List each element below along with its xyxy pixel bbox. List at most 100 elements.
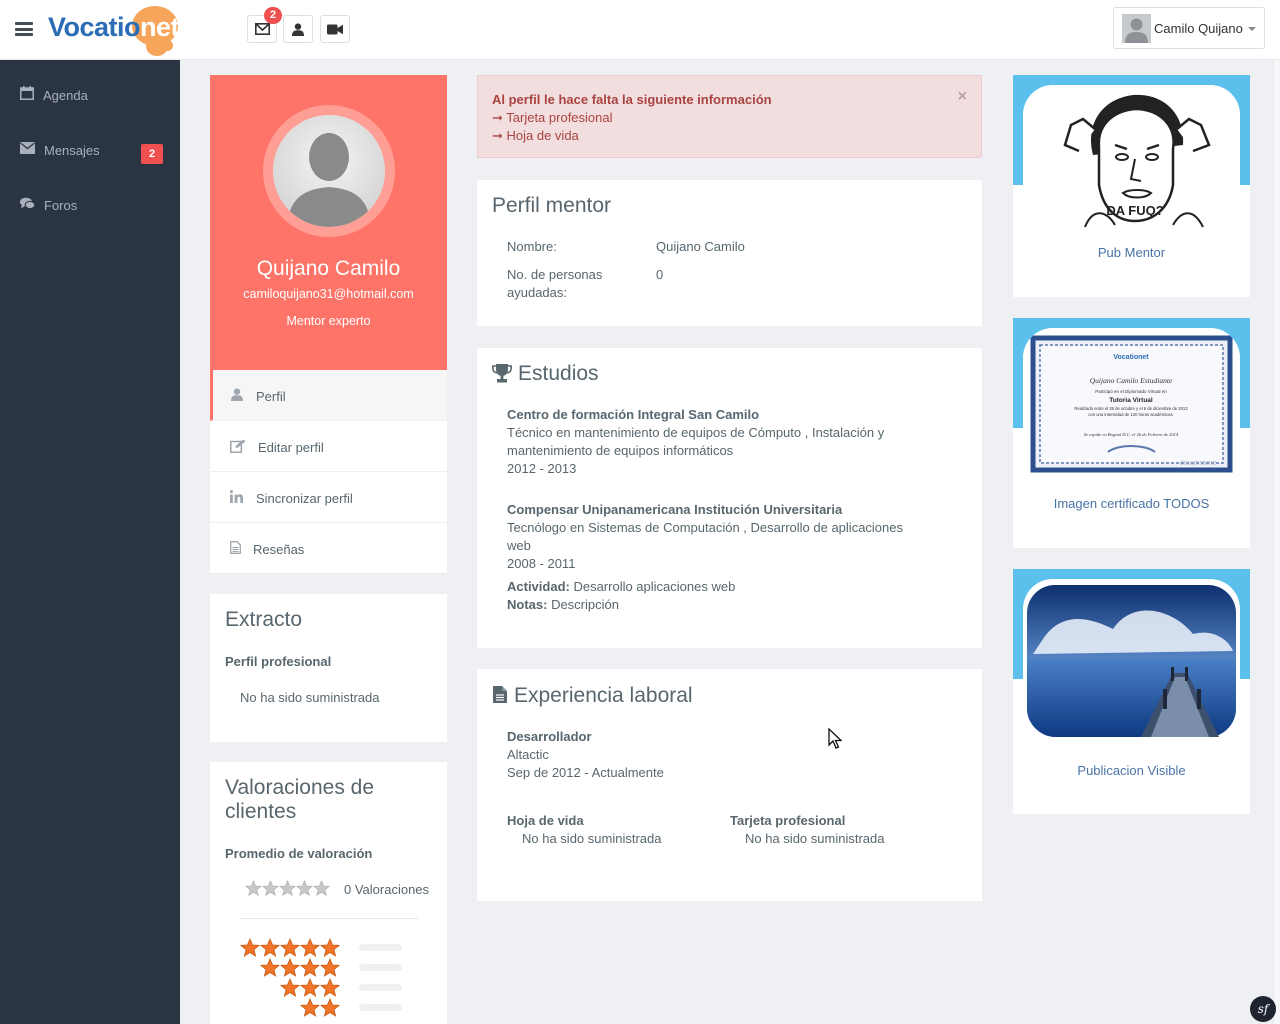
svg-text:Vocationet: Vocationet	[1113, 354, 1149, 361]
document-icon	[230, 541, 241, 554]
profile-menu-resenas[interactable]: Reseñas	[210, 523, 447, 574]
job-position: Desarrollador	[507, 729, 592, 744]
nombre-value: Quijano Camilo	[656, 239, 745, 254]
sidebar: Agenda Mensajes 2 Foros	[0, 60, 180, 1024]
meme-image: DA FUQ?	[1023, 85, 1240, 230]
perfil-mentor-panel: Perfil mentor Nombre: Quijano Camilo No.…	[477, 180, 982, 326]
rating-row-bar	[359, 944, 402, 951]
extracto-subtitle: Perfil profesional	[225, 654, 332, 669]
study-years: 2008 - 2011	[507, 556, 576, 571]
profile-menu-label: Reseñas	[253, 542, 305, 557]
scrollbar[interactable]	[1273, 60, 1280, 1024]
alert-title: Al perfil le hace falta la siguiente inf…	[492, 92, 772, 107]
ocean-pier-image	[1023, 579, 1240, 739]
star-icon	[296, 880, 313, 897]
ad-caption[interactable]: Imagen certificado TODOS	[1013, 496, 1250, 511]
sidebar-item-label: Agenda	[43, 88, 88, 103]
sidebar-item-agenda[interactable]: Agenda	[0, 68, 180, 123]
extracto-value: No ha sido suministrada	[240, 690, 380, 705]
ocean-pier-photo	[1027, 585, 1236, 737]
alert-item-hoja-de-vida[interactable]: ➞ Hoja de vida	[492, 128, 579, 144]
svg-text:Se expide en Bogotá D.C. el 26: Se expide en Bogotá D.C. el 26 de Febrer…	[1084, 432, 1179, 437]
profile-menu-label: Editar perfil	[258, 440, 324, 455]
profile-name: Quijano Camilo	[256, 257, 401, 280]
star-icon	[320, 998, 340, 1017]
perfil-mentor-title: Perfil mentor	[492, 194, 612, 217]
ad-card-pub-mentor[interactable]: DA FUQ? Pub Mentor	[1013, 75, 1250, 297]
star-icon	[280, 938, 300, 957]
job-company: Altactic	[507, 747, 549, 762]
star-icon	[260, 938, 280, 957]
sidebar-item-foros[interactable]: Foros	[0, 178, 180, 233]
envelope-icon	[20, 142, 35, 154]
valoraciones-count: 0 Valoraciones	[344, 882, 430, 897]
user-icon	[231, 388, 243, 401]
star-icon	[320, 978, 340, 997]
svg-text:con una intensidad de 120 hora: con una intensidad de 120 horas académic…	[1088, 412, 1173, 417]
rating-row-bar	[359, 964, 402, 971]
rating-row-bar	[359, 984, 402, 991]
file-text-icon	[493, 686, 507, 703]
experiencia-title: Experiencia laboral	[514, 684, 693, 707]
star-icon	[300, 978, 320, 997]
job-period: Sep de 2012 - Actualmente	[507, 765, 664, 780]
ad-caption[interactable]: Pub Mentor	[1013, 245, 1250, 260]
calendar-icon	[20, 86, 34, 100]
hamburger-menu-icon[interactable]	[15, 22, 33, 36]
study-program-cont: web	[507, 538, 531, 553]
profile-menu-sincronizar-perfil[interactable]: Sincronizar perfil	[210, 472, 447, 523]
study-institution: Compensar Unipanamericana Institución Un…	[507, 502, 843, 517]
extracto-title: Extracto	[225, 608, 303, 631]
profile-email: camiloquijano31@hotmail.com	[243, 287, 414, 301]
profile-menu-perfil[interactable]: Perfil	[210, 370, 447, 421]
personas-ayudadas-label-line2: ayudadas:	[507, 285, 567, 300]
star-icon	[320, 938, 340, 957]
star-icon	[280, 958, 300, 977]
star-icon	[262, 880, 279, 897]
profile-avatar	[263, 105, 395, 237]
hoja-de-vida-label: Hoja de vida	[507, 813, 584, 828]
envelope-icon	[254, 23, 270, 35]
estudios-panel: Estudios Centro de formación Integral Sa…	[477, 348, 982, 648]
vocationet-logo[interactable]: Vocationet	[48, 6, 183, 56]
video-call-button[interactable]	[320, 15, 350, 43]
study-program-cont: mantenimiento de equipos informáticos	[507, 443, 734, 458]
missing-info-alert: Al perfil le hace falta la siguiente inf…	[477, 75, 982, 158]
user-silhouette-icon	[1122, 14, 1151, 43]
rating-row-stars	[260, 958, 340, 978]
ad-caption[interactable]: Publicacion Visible	[1013, 763, 1250, 778]
ad-card-publicacion-visible[interactable]: Publicacion Visible	[1013, 569, 1250, 814]
star-icon	[280, 978, 300, 997]
mouse-cursor-icon	[828, 728, 842, 749]
personas-ayudadas-value: 0	[656, 267, 664, 282]
alert-item-tarjeta-profesional[interactable]: ➞ Tarjeta profesional	[492, 110, 613, 126]
edit-icon	[230, 439, 246, 453]
mensajes-count-badge: 2	[141, 144, 163, 164]
star-icon	[260, 958, 280, 977]
extracto-panel: Extracto Perfil profesional No ha sido s…	[210, 594, 447, 742]
close-icon[interactable]: ×	[958, 88, 967, 106]
linkedin-icon	[230, 490, 243, 503]
star-icon	[245, 880, 262, 897]
ad-card-certificado[interactable]: Vocationet Quijano Camilo Estudiante Par…	[1013, 318, 1250, 548]
nombre-label: Nombre:	[507, 239, 557, 254]
user-icon	[292, 22, 304, 36]
star-icon	[313, 880, 330, 897]
certificate-drawing: Vocationet Quijano Camilo Estudiante Par…	[1023, 328, 1240, 480]
average-rating-stars	[245, 880, 330, 897]
user-menu-dropdown[interactable]: Camilo Quijano	[1113, 7, 1265, 49]
comments-icon	[20, 197, 35, 210]
divider	[240, 918, 418, 919]
rating-row-bar	[359, 1004, 402, 1011]
profile-menu-editar-perfil[interactable]: Editar perfil	[210, 421, 447, 472]
rating-row-stars	[300, 998, 340, 1018]
user-name: Camilo Quijano	[1154, 21, 1243, 36]
symfony-toolbar-icon[interactable]: sf	[1250, 996, 1276, 1022]
star-icon	[300, 998, 320, 1017]
top-navbar: Vocationet 2 Camilo Quijano	[0, 0, 1280, 60]
sidebar-item-label: Mensajes	[44, 143, 100, 158]
svg-text:dreamstime: dreamstime	[1180, 460, 1217, 467]
chevron-down-icon	[1248, 27, 1256, 31]
profile-button[interactable]	[283, 15, 313, 43]
trophy-icon	[492, 364, 512, 383]
